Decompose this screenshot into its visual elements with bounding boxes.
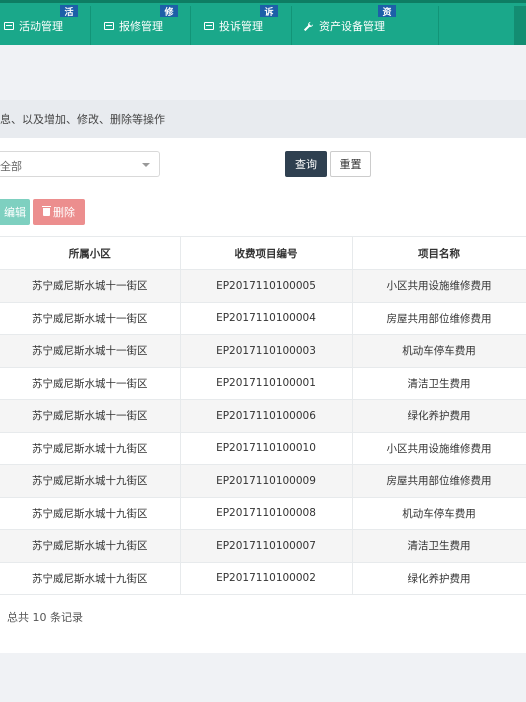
cell-community: 苏宁威尼斯水城十一街区 xyxy=(0,366,181,400)
cell-item-name: 房屋共用部位维修费用 xyxy=(352,464,526,498)
nav-item-repair[interactable]: 报修管理 xyxy=(104,6,163,46)
list-icon xyxy=(204,22,214,30)
nav-item-assets[interactable]: 资产设备管理 xyxy=(303,6,385,46)
column-header-item-name[interactable]: 项目名称 xyxy=(352,236,526,270)
cell-fee-code: EP2017110100009 xyxy=(180,464,353,498)
cell-fee-code: EP2017110100006 xyxy=(180,399,353,433)
table-row[interactable]: 苏宁威尼斯水城十九街区 EP2017110100009 房屋共用部位维修费用 xyxy=(0,464,526,498)
cell-item-name: 机动车停车费用 xyxy=(352,334,526,368)
nav-badge-activity: 活 xyxy=(60,5,78,18)
nav-item-complaint[interactable]: 投诉管理 xyxy=(204,6,263,46)
cell-item-name: 机动车停车费用 xyxy=(352,496,526,530)
cell-community: 苏宁威尼斯水城十一街区 xyxy=(0,334,181,368)
page-description-bar: 息、以及增加、修改、删除等操作 xyxy=(0,100,526,138)
community-select[interactable]: 全部 xyxy=(0,151,160,177)
cell-community: 苏宁威尼斯水城十九街区 xyxy=(0,561,181,595)
select-value: 全部 xyxy=(0,160,22,173)
cell-community: 苏宁威尼斯水城十一街区 xyxy=(0,269,181,303)
cell-fee-code: EP2017110100007 xyxy=(180,529,353,563)
column-header-community[interactable]: 所属小区 xyxy=(0,236,181,270)
cell-community: 苏宁威尼斯水城十九街区 xyxy=(0,496,181,530)
nav-item-label: 活动管理 xyxy=(19,20,63,33)
nav-separator xyxy=(438,6,439,46)
total-records-text: 总共 10 条记录 xyxy=(7,611,83,624)
nav-separator xyxy=(291,6,292,46)
nav-separator xyxy=(90,6,91,46)
table-row[interactable]: 苏宁威尼斯水城十九街区 EP2017110100007 清洁卫生费用 xyxy=(0,529,526,563)
table-row[interactable]: 苏宁威尼斯水城十九街区 EP2017110100008 机动车停车费用 xyxy=(0,496,526,530)
page-description: 息、以及增加、修改、删除等操作 xyxy=(0,113,165,126)
edit-button-label: 编辑 xyxy=(4,206,26,219)
cell-item-name: 小区共用设施维修费用 xyxy=(352,269,526,303)
nav-item-label: 资产设备管理 xyxy=(319,20,385,33)
edit-button[interactable]: 编辑 xyxy=(0,199,30,225)
nav-badge-assets: 资 xyxy=(378,5,396,18)
cell-fee-code: EP2017110100002 xyxy=(180,561,353,595)
cell-fee-code: EP2017110100004 xyxy=(180,301,353,335)
nav-item-activity[interactable]: 活动管理 xyxy=(4,6,63,46)
main-panel: 全部 查询 重置 编辑 删除 所属小区 收费项目编号 项目名称 苏宁威尼斯水城十… xyxy=(0,138,526,653)
table-row[interactable]: 苏宁威尼斯水城十九街区 EP2017110100002 绿化养护费用 xyxy=(0,561,526,595)
table-row[interactable]: 苏宁威尼斯水城十一街区 EP2017110100006 绿化养护费用 xyxy=(0,399,526,433)
table-row[interactable]: 苏宁威尼斯水城十一街区 EP2017110100001 清洁卫生费用 xyxy=(0,366,526,400)
cell-community: 苏宁威尼斯水城十一街区 xyxy=(0,399,181,433)
table-row[interactable]: 苏宁威尼斯水城十一街区 EP2017110100005 小区共用设施维修费用 xyxy=(0,269,526,303)
table-header-row: 所属小区 收费项目编号 项目名称 xyxy=(0,236,526,270)
tab-bar-area xyxy=(0,45,526,85)
column-header-fee-code[interactable]: 收费项目编号 xyxy=(180,236,353,270)
wrench-icon xyxy=(303,21,314,31)
cell-fee-code: EP2017110100003 xyxy=(180,334,353,368)
cell-fee-code: EP2017110100008 xyxy=(180,496,353,530)
delete-button[interactable]: 删除 xyxy=(33,199,85,225)
nav-badge-complaint: 诉 xyxy=(260,5,278,18)
caret-down-icon xyxy=(142,163,150,167)
reset-button[interactable]: 重置 xyxy=(330,151,371,177)
trash-icon xyxy=(42,206,51,216)
cell-community: 苏宁威尼斯水城十九街区 xyxy=(0,529,181,563)
cell-item-name: 绿化养护费用 xyxy=(352,561,526,595)
table-row[interactable]: 苏宁威尼斯水城十一街区 EP2017110100003 机动车停车费用 xyxy=(0,334,526,368)
cell-item-name: 房屋共用部位维修费用 xyxy=(352,301,526,335)
nav-badge-repair: 修 xyxy=(160,5,178,18)
cell-fee-code: EP2017110100010 xyxy=(180,431,353,465)
nav-scroll-edge xyxy=(514,6,526,46)
cell-item-name: 小区共用设施维修费用 xyxy=(352,431,526,465)
nav-item-label: 投诉管理 xyxy=(219,20,263,33)
list-icon xyxy=(4,22,14,30)
top-navigation-bar: 活动管理 活 报修管理 修 投诉管理 诉 资产设备管理 资 xyxy=(0,0,526,46)
nav-item-label: 报修管理 xyxy=(119,20,163,33)
table-row[interactable]: 苏宁威尼斯水城十九街区 EP2017110100010 小区共用设施维修费用 xyxy=(0,431,526,465)
list-icon xyxy=(104,22,114,30)
table-row[interactable]: 苏宁威尼斯水城十一街区 EP2017110100004 房屋共用部位维修费用 xyxy=(0,301,526,335)
query-button[interactable]: 查询 xyxy=(285,151,327,177)
cell-item-name: 绿化养护费用 xyxy=(352,399,526,433)
cell-community: 苏宁威尼斯水城十一街区 xyxy=(0,301,181,335)
cell-community: 苏宁威尼斯水城十九街区 xyxy=(0,464,181,498)
cell-fee-code: EP2017110100001 xyxy=(180,366,353,400)
cell-item-name: 清洁卫生费用 xyxy=(352,529,526,563)
cell-fee-code: EP2017110100005 xyxy=(180,269,353,303)
nav-separator xyxy=(190,6,191,46)
cell-community: 苏宁威尼斯水城十九街区 xyxy=(0,431,181,465)
cell-item-name: 清洁卫生费用 xyxy=(352,366,526,400)
fee-items-table: 所属小区 收费项目编号 项目名称 苏宁威尼斯水城十一街区 EP201711010… xyxy=(0,236,526,595)
delete-button-label: 删除 xyxy=(53,206,75,219)
